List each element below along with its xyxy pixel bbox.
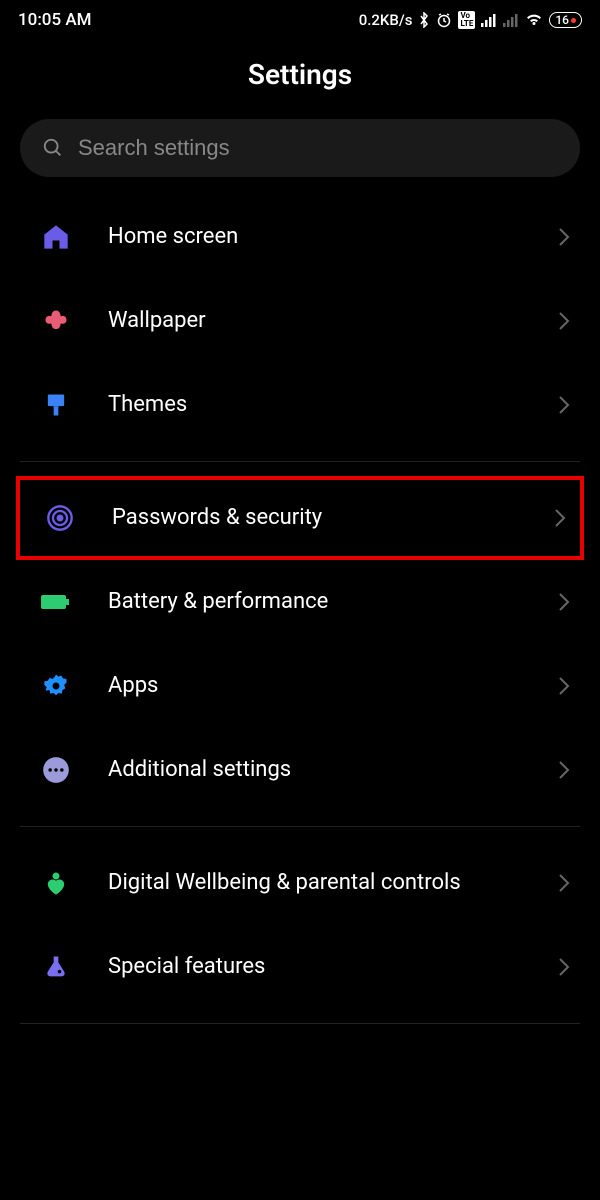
more-icon <box>40 754 72 786</box>
fingerprint-icon <box>44 502 76 534</box>
volte-icon: VoLTE <box>458 11 475 29</box>
chevron-right-icon <box>558 957 570 977</box>
list-item-themes[interactable]: Themes <box>0 363 600 447</box>
signal-icon-2 <box>503 13 519 27</box>
flask-icon <box>40 951 72 983</box>
list-item-home-screen[interactable]: Home screen <box>0 195 600 279</box>
list-item-apps[interactable]: Apps <box>0 644 600 728</box>
chevron-right-icon <box>558 873 570 893</box>
list-item-wallpaper[interactable]: Wallpaper <box>0 279 600 363</box>
list-item-digital-wellbeing[interactable]: Digital Wellbeing & parental controls <box>0 841 600 925</box>
chevron-right-icon <box>554 508 566 528</box>
list-item-label: Special features <box>108 953 522 982</box>
chevron-right-icon <box>558 760 570 780</box>
gear-icon <box>40 670 72 702</box>
status-time: 10:05 AM <box>18 10 92 30</box>
battery-icon <box>40 586 72 618</box>
alarm-icon <box>436 12 452 28</box>
page-title: Settings <box>0 40 600 119</box>
list-item-passwords-security[interactable]: Passwords & security <box>20 480 580 556</box>
search-bar[interactable] <box>20 119 580 177</box>
status-indicators: 0.2KB/s VoLTE 16 <box>359 11 582 29</box>
flower-icon <box>40 305 72 337</box>
wifi-icon <box>525 13 543 27</box>
list-item-additional-settings[interactable]: Additional settings <box>0 728 600 812</box>
list-item-label: Themes <box>108 391 522 420</box>
list-item-label: Wallpaper <box>108 307 522 336</box>
list-item-label: Passwords & security <box>112 504 518 533</box>
list-item-label: Apps <box>108 672 522 701</box>
list-item-special-features[interactable]: Special features <box>0 925 600 1009</box>
chevron-right-icon <box>558 676 570 696</box>
battery-low-icon <box>571 18 576 23</box>
list-item-label: Additional settings <box>108 756 522 785</box>
status-bar: 10:05 AM 0.2KB/s VoLTE 16 <box>0 0 600 40</box>
chevron-right-icon <box>558 592 570 612</box>
list-item-battery-performance[interactable]: Battery & performance <box>0 560 600 644</box>
search-input[interactable] <box>78 135 558 161</box>
search-icon <box>42 137 64 159</box>
divider <box>20 461 580 462</box>
highlight-annotation: Passwords & security <box>16 476 584 560</box>
signal-icon <box>481 13 497 27</box>
battery-indicator: 16 <box>549 12 582 28</box>
chevron-right-icon <box>558 395 570 415</box>
chevron-right-icon <box>558 311 570 331</box>
heart-person-icon <box>40 867 72 899</box>
list-item-label: Digital Wellbeing & parental controls <box>108 869 522 898</box>
divider <box>20 826 580 827</box>
divider <box>20 1023 580 1024</box>
data-rate: 0.2KB/s <box>359 11 413 29</box>
chevron-right-icon <box>558 227 570 247</box>
home-icon <box>40 221 72 253</box>
list-item-label: Home screen <box>108 223 522 252</box>
list-item-label: Battery & performance <box>108 588 522 617</box>
brush-icon <box>40 389 72 421</box>
bluetooth-icon <box>418 12 430 28</box>
